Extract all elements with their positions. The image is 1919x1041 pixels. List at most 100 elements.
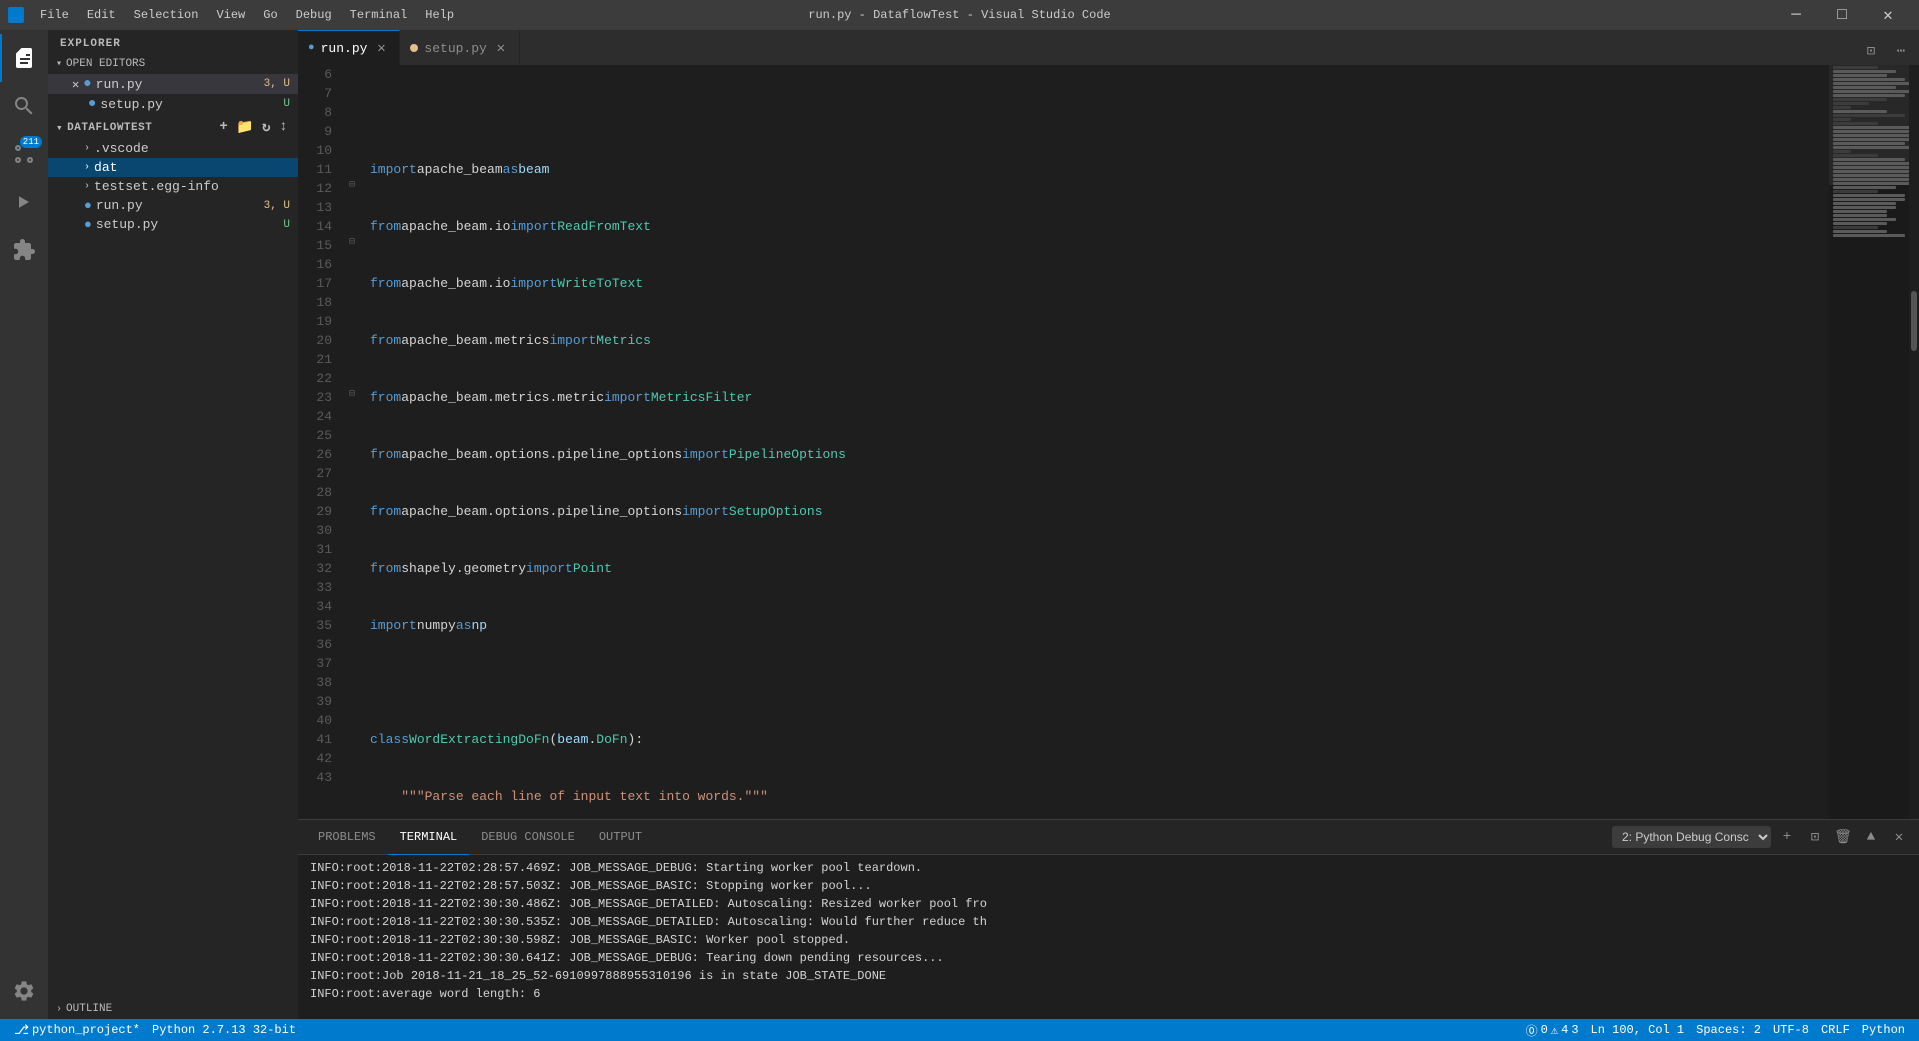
vertical-scrollbar[interactable] [1909, 65, 1919, 819]
line-16: 16 [298, 255, 340, 274]
panel-tab-terminal[interactable]: TERMINAL [388, 820, 470, 855]
setup-py-tree-name: setup.py [96, 217, 284, 232]
delete-terminal-btn[interactable]: 🗑 [1831, 825, 1855, 849]
tree-setup-py[interactable]: ● setup.py U [48, 215, 298, 234]
fold-20[interactable]: ⊟ [349, 236, 355, 248]
status-spaces[interactable]: Spaces: 2 [1690, 1019, 1767, 1041]
mm-22 [1833, 150, 1851, 153]
mm-10 [1833, 102, 1869, 105]
menu-terminal[interactable]: Terminal [342, 6, 416, 24]
tree-dat[interactable]: › dat [48, 158, 298, 177]
tree-vscode[interactable]: › .vscode [48, 139, 298, 158]
split-editor-btn[interactable]: ⊡ [1857, 37, 1885, 65]
maximize-panel-btn[interactable]: ▲ [1859, 825, 1883, 849]
tab-setup-py-close[interactable]: ✕ [493, 40, 509, 57]
menu-file[interactable]: File [32, 6, 77, 24]
split-terminal-btn[interactable]: ⊡ [1803, 825, 1827, 849]
more-tabs-btn[interactable]: ⋯ [1887, 37, 1915, 65]
line-numbers: 6 7 8 9 10 11 12 13 14 15 16 17 18 19 [298, 65, 348, 819]
activity-source-control[interactable]: 211 [0, 130, 48, 178]
dataflowtest-section-header[interactable]: ▾ DATAFLOWTEST + 📁 ↻ ↕ [48, 114, 298, 139]
line-12: 12 [298, 179, 340, 198]
line-15: 15 [298, 236, 340, 255]
mm-4 [1833, 78, 1905, 81]
fold-17[interactable]: ⊟ [349, 179, 355, 191]
terminal-line-1: INFO:root:2018-11-22T02:28:57.469Z: JOB_… [310, 859, 1907, 877]
mm-34 [1833, 198, 1905, 201]
line-18: 18 [298, 293, 340, 312]
line-42: 42 [298, 749, 340, 768]
status-encoding[interactable]: UTF-8 [1767, 1019, 1815, 1041]
status-ln-col[interactable]: Ln 100, Col 1 [1585, 1019, 1691, 1041]
code-content[interactable]: import apache_beam as beam from apache_b… [362, 65, 1829, 819]
status-python[interactable]: Python 2.7.13 32-bit [146, 1019, 302, 1041]
tree-run-py[interactable]: ● run.py 3, U [48, 196, 298, 215]
menu-selection[interactable]: Selection [126, 6, 207, 24]
menu-help[interactable]: Help [417, 6, 462, 24]
tree-testset[interactable]: › testset.egg-info [48, 177, 298, 196]
mm-29 [1833, 178, 1914, 181]
status-errors[interactable]: ⓪ 0 ⚠ 4 3 [1520, 1019, 1585, 1041]
add-terminal-btn[interactable]: + [1775, 825, 1799, 849]
close-button[interactable]: ✕ [1865, 0, 1911, 30]
menu-debug[interactable]: Debug [288, 6, 340, 24]
code-scroll-area[interactable]: 6 7 8 9 10 11 12 13 14 15 16 17 18 19 [298, 65, 1919, 819]
outline-header[interactable]: › OUTLINE [48, 999, 298, 1019]
panel-tab-output[interactable]: OUTPUT [587, 820, 654, 855]
code-line-11: from apache_beam.metrics.metric import M… [370, 388, 1829, 407]
main-layout: 211 EXPLORER ▾ OPEN EDITORS ✕ ● run.py 3… [0, 30, 1919, 1019]
tab-run-py[interactable]: ● run.py ✕ [298, 30, 400, 65]
open-editors-section[interactable]: ▾ OPEN EDITORS [48, 54, 298, 74]
code-line-16 [370, 673, 1829, 692]
panel-tab-problems[interactable]: PROBLEMS [306, 820, 388, 855]
panel-tab-debug-console[interactable]: DEBUG CONSOLE [469, 820, 587, 855]
ln-col-label: Ln 100, Col 1 [1591, 1023, 1685, 1037]
activity-settings[interactable] [0, 967, 48, 1015]
minimize-button[interactable]: ─ [1773, 0, 1819, 30]
spaces-label: Spaces: 2 [1696, 1023, 1761, 1037]
menu-view[interactable]: View [208, 6, 253, 24]
tab-setup-py[interactable]: setup.py ✕ [400, 30, 519, 65]
line-29: 29 [298, 502, 340, 521]
close-panel-btn[interactable]: ✕ [1887, 825, 1911, 849]
activity-search[interactable] [0, 82, 48, 130]
status-language[interactable]: Python [1856, 1019, 1911, 1041]
collapse-icon[interactable]: ↕ [277, 118, 290, 137]
activity-run[interactable] [0, 178, 48, 226]
mm-5 [1833, 82, 1914, 85]
mm-14 [1833, 118, 1851, 121]
activity-extensions[interactable] [0, 226, 48, 274]
activity-explorer[interactable] [0, 34, 48, 82]
new-folder-icon[interactable]: 📁 [234, 118, 256, 137]
open-editor-run-py[interactable]: ✕ ● run.py 3, U [48, 74, 298, 94]
terminal-line-4: INFO:root:2018-11-22T02:30:30.535Z: JOB_… [310, 913, 1907, 931]
close-icon-run[interactable]: ✕ [72, 77, 79, 92]
mm-12 [1833, 110, 1887, 113]
dataflowtest-label: DATAFLOWTEST [67, 122, 152, 134]
new-file-icon[interactable]: + [217, 118, 230, 137]
status-eol[interactable]: CRLF [1815, 1019, 1856, 1041]
code-line-18: """Parse each line of input text into wo… [370, 787, 1829, 806]
refresh-icon[interactable]: ↻ [260, 118, 273, 137]
warnings-count: 4 [1561, 1023, 1568, 1037]
maximize-button[interactable]: □ [1819, 0, 1865, 30]
menu-go[interactable]: Go [255, 6, 285, 24]
mm-15 [1833, 122, 1878, 125]
tab-run-py-close[interactable]: ✕ [373, 40, 389, 57]
line-30: 30 [298, 521, 340, 540]
git-branch-icon: ⎇ [14, 1023, 29, 1038]
mm-17 [1833, 130, 1914, 133]
outline-section: › OUTLINE [48, 999, 298, 1019]
line-19: 19 [298, 312, 340, 331]
terminal-content[interactable]: INFO:root:2018-11-22T02:28:57.469Z: JOB_… [298, 855, 1919, 1019]
line-28: 28 [298, 483, 340, 502]
status-git[interactable]: ⎇ python_project* [8, 1019, 146, 1041]
outline-chevron: › [56, 1004, 62, 1015]
mm-30 [1833, 182, 1914, 185]
chevron-right-vscode: › [84, 143, 90, 154]
terminal-selector[interactable]: 2: Python Debug Consc [1612, 826, 1771, 848]
scrollbar-thumb[interactable] [1911, 291, 1917, 351]
fold-28[interactable]: ⊟ [349, 388, 355, 400]
open-editor-setup-py[interactable]: ● setup.py U [48, 94, 298, 114]
menu-edit[interactable]: Edit [79, 6, 124, 24]
